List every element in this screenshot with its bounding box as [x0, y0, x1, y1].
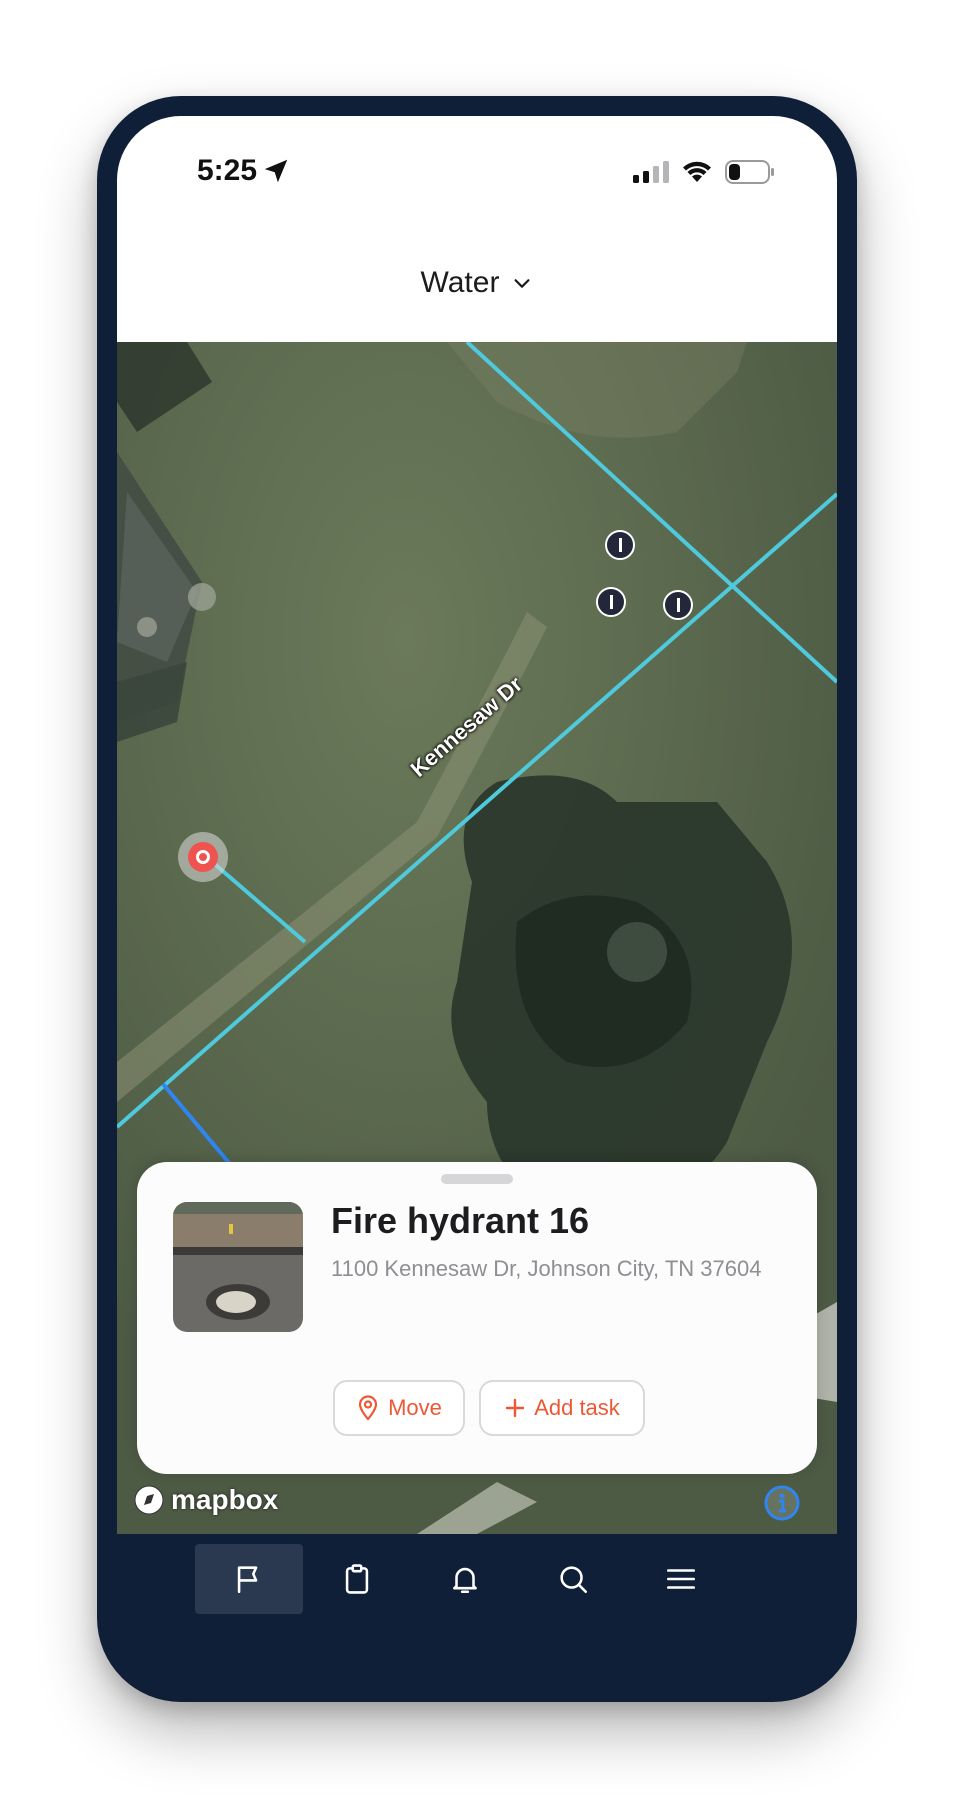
feature-address: 1100 Kennesaw Dr, Johnson City, TN 37604	[331, 1256, 762, 1281]
phone-screen: 5:25 Water Kennesaw Dr Fire hydrant 16 1…	[117, 116, 837, 1682]
top-bar: 5:25 Water	[117, 116, 837, 342]
feature-photo[interactable]	[173, 1202, 303, 1332]
layer-selector-label: Water	[420, 266, 500, 299]
battery-icon	[725, 160, 774, 184]
mapbox-logo-text: mapbox	[171, 1484, 279, 1515]
move-button[interactable]: Move	[333, 1380, 465, 1436]
page-background: 5:25 Water Kennesaw Dr Fire hydrant 16 1…	[0, 0, 954, 1799]
tab-search[interactable]	[519, 1544, 627, 1614]
clipboard-icon	[345, 1564, 369, 1594]
bell-icon	[453, 1567, 477, 1594]
add-task-button[interactable]: Add task	[479, 1380, 645, 1436]
tab-tasks[interactable]	[303, 1544, 411, 1614]
feature-details-sheet[interactable]: Fire hydrant 16 1100 Kennesaw Dr, Johnso…	[137, 1162, 817, 1474]
valve-marker[interactable]	[663, 590, 693, 620]
tab-map-features[interactable]	[195, 1544, 303, 1614]
plus-icon	[505, 1398, 525, 1418]
chevron-down-icon	[514, 279, 530, 288]
valve-marker[interactable]	[596, 587, 626, 617]
move-button-label: Move	[388, 1395, 442, 1420]
info-icon	[764, 1485, 800, 1521]
layer-selector[interactable]: Water	[117, 266, 837, 300]
signal-icon	[633, 161, 669, 183]
add-task-button-label: Add task	[534, 1395, 620, 1420]
wifi-icon	[683, 161, 711, 182]
hydrant-photo-image	[173, 1202, 303, 1332]
selected-hydrant-marker[interactable]	[178, 832, 228, 882]
map-info-button[interactable]	[763, 1484, 801, 1522]
status-time-text: 5:25	[197, 154, 258, 187]
map-pin-icon	[358, 1395, 378, 1421]
phone-frame: 5:25 Water Kennesaw Dr Fire hydrant 16 1…	[97, 96, 857, 1702]
bottom-tab-bar	[117, 1534, 837, 1682]
mapbox-compass-icon	[134, 1485, 164, 1515]
status-icons	[633, 160, 775, 184]
tab-notifications[interactable]	[411, 1544, 519, 1614]
feature-title: Fire hydrant 16	[331, 1200, 590, 1241]
flag-icon	[237, 1566, 258, 1594]
tab-menu[interactable]	[627, 1544, 735, 1614]
location-arrow-icon	[264, 159, 288, 183]
valve-marker[interactable]	[605, 530, 635, 560]
menu-icon	[666, 1569, 696, 1589]
mapbox-logo[interactable]: mapbox	[133, 1484, 278, 1516]
status-time: 5:25	[197, 154, 291, 188]
search-icon	[560, 1566, 588, 1594]
sheet-drag-handle[interactable]	[441, 1174, 513, 1184]
